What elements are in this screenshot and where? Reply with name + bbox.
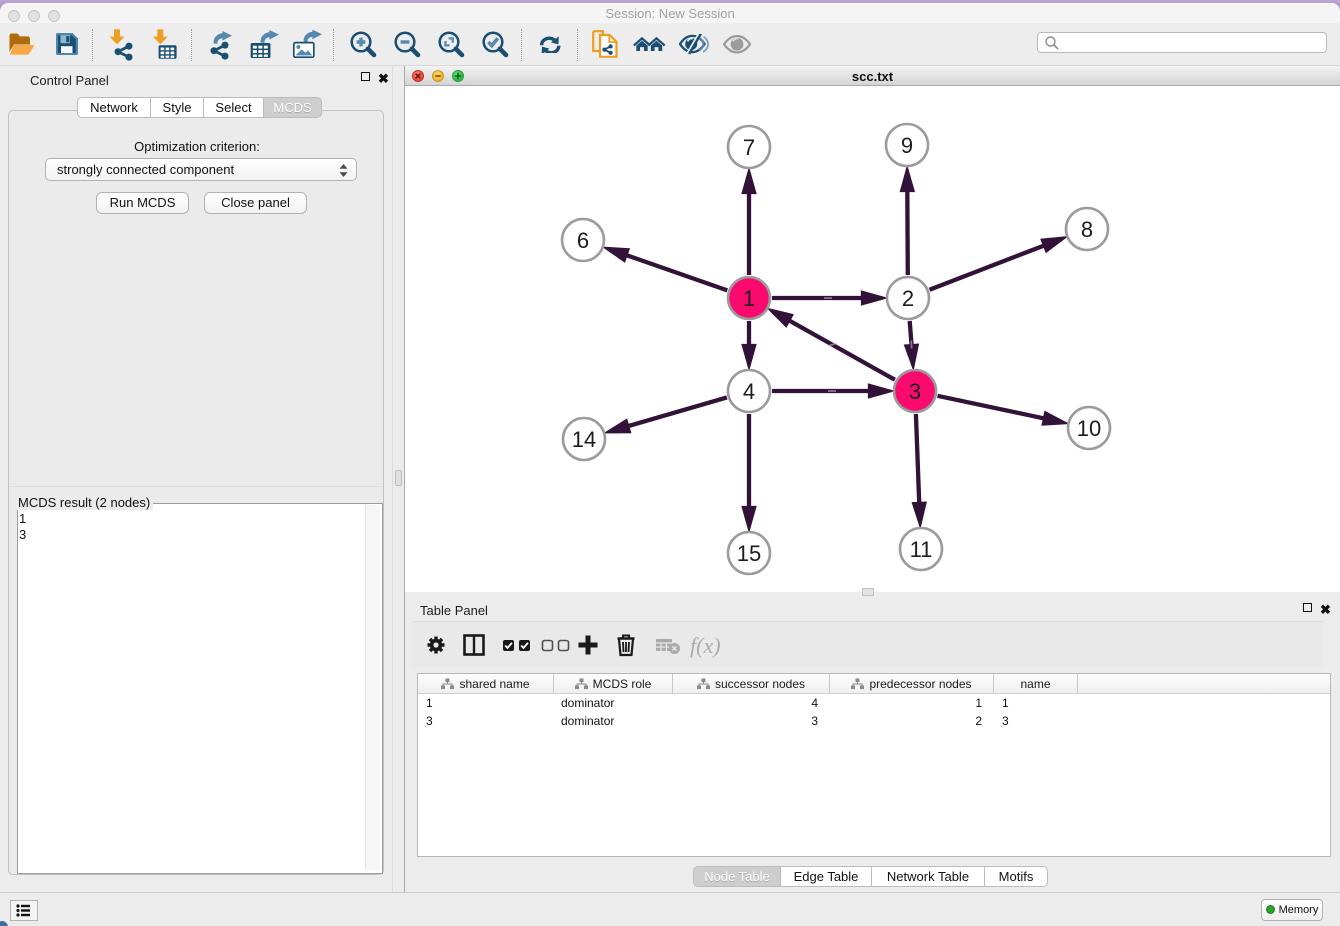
svg-text:1: 1 (743, 286, 755, 311)
svg-text:4: 4 (743, 379, 755, 404)
svg-text:11: 11 (910, 537, 933, 562)
svg-text:6: 6 (577, 228, 589, 253)
svg-text:3: 3 (909, 379, 921, 404)
svg-text:8: 8 (1081, 217, 1093, 242)
svg-text:7: 7 (743, 135, 755, 160)
svg-text:9: 9 (901, 133, 913, 158)
svg-text:2: 2 (902, 286, 914, 311)
svg-text:14: 14 (572, 427, 596, 452)
svg-text:10: 10 (1077, 416, 1101, 441)
svg-text:15: 15 (737, 541, 761, 566)
